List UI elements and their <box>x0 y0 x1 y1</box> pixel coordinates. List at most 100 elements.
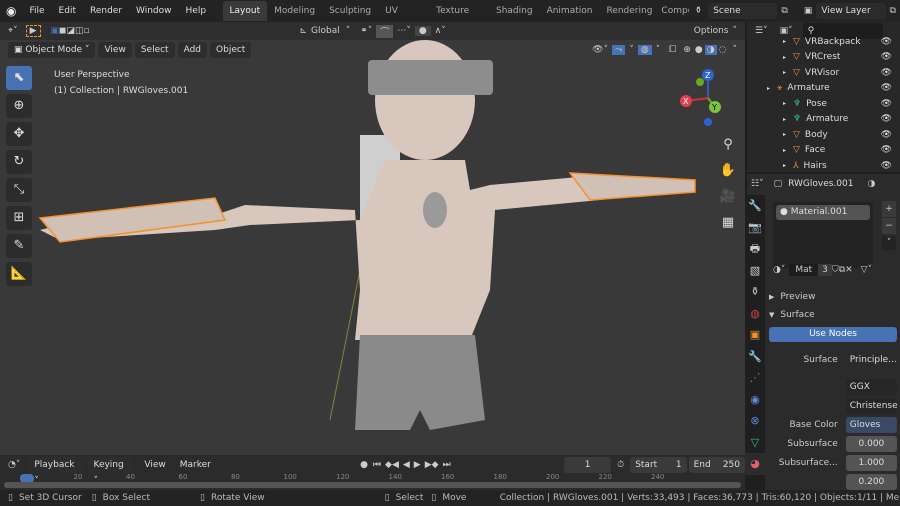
material-slot[interactable]: ● Material.001 <box>776 205 870 220</box>
distribution-dropdown[interactable]: GGX <box>769 377 897 396</box>
visibility-icon[interactable]: 👁˅ <box>588 45 612 55</box>
outliner-item[interactable]: ▸ ▽ VRVisor 👁 <box>747 65 900 81</box>
tool-tab-icon[interactable]: 🔧 <box>745 195 765 217</box>
jump-end-icon[interactable]: ⏭ <box>441 460 453 470</box>
fake-user-icon[interactable]: ⛉ <box>832 265 839 275</box>
eye-icon[interactable]: 👁 <box>881 114 892 124</box>
tab-texture-paint[interactable]: Texture Paint <box>429 1 489 36</box>
tab-sculpting[interactable]: Sculpting <box>322 1 378 21</box>
subsurface-radius-x-field[interactable]: Subsurface... 1.000 <box>769 453 897 472</box>
outliner-item[interactable]: ▸ ♆ Armature 👁 <box>747 112 900 128</box>
eye-icon[interactable]: 👁 <box>881 99 892 109</box>
menu-file[interactable]: File <box>22 6 51 16</box>
eye-icon[interactable]: 👁 <box>881 130 892 140</box>
object-tab-icon[interactable]: ▣ <box>745 324 765 346</box>
eye-icon[interactable]: 👁 <box>881 52 892 62</box>
expand-arrow-icon[interactable]: ▸ <box>783 147 793 154</box>
expand-arrow-icon[interactable]: ▸ <box>783 54 793 61</box>
timeline-ruler[interactable]: 20 40 60 80 100 120 140 160 180 200 220 240 <box>0 473 745 490</box>
tab-layout[interactable]: Layout <box>222 1 268 21</box>
browse-material-icon[interactable]: ◑˅ <box>773 265 785 275</box>
view-layer-tab-icon[interactable]: ▧ <box>745 260 765 282</box>
editor-type-icon[interactable]: ☷˅ <box>751 179 764 189</box>
slot-specials-button[interactable]: ˅ <box>882 236 896 250</box>
tab-shading[interactable]: Shading <box>489 1 540 21</box>
measure-tool-icon[interactable]: 📐 <box>6 262 32 286</box>
eye-icon[interactable]: 👁 <box>881 145 892 155</box>
eye-icon[interactable]: 👁 <box>881 83 892 93</box>
view-layer-field[interactable]: View Layer <box>816 3 886 19</box>
orientation-icon[interactable]: ⊾ <box>295 26 311 36</box>
menu-playback[interactable]: Playback ˅ <box>28 457 85 486</box>
pan-hand-icon[interactable]: ✋ <box>718 158 738 184</box>
snap-target-icon[interactable]: ⋯˅ <box>393 26 415 36</box>
scene-icon[interactable]: ⚱ <box>689 6 709 16</box>
xray-icon[interactable]: ⧠ <box>664 45 681 55</box>
particles-tab-icon[interactable]: ⋰ <box>745 367 765 389</box>
select-tool-icon[interactable]: ▶ <box>25 25 41 37</box>
expand-arrow-icon[interactable]: ▸ <box>783 131 793 138</box>
options-dropdown[interactable]: Options <box>690 26 733 36</box>
use-nodes-button[interactable]: Use Nodes <box>769 327 897 342</box>
remove-slot-button[interactable]: − <box>882 218 896 234</box>
link-dropdown-icon[interactable]: ▽˅ <box>861 265 872 275</box>
eye-icon[interactable]: 👁 <box>881 68 892 78</box>
output-tab-icon[interactable]: 🖶 <box>745 238 765 260</box>
world-tab-icon[interactable]: ◍ <box>745 303 765 325</box>
end-frame-field[interactable]: End 250 <box>688 457 745 473</box>
new-view-layer-icon[interactable]: ⧉ <box>886 6 900 16</box>
ortho-grid-icon[interactable]: ▦ <box>718 210 738 236</box>
play-icon[interactable]: ▶ <box>412 460 423 470</box>
outliner-item[interactable]: ▸ ▽ Body 👁 <box>747 127 900 143</box>
navigation-gizmo[interactable]: Z X Y <box>678 68 738 128</box>
outliner-item[interactable]: ▸ ▽ Face 👁 <box>747 143 900 159</box>
modifier-tab-icon[interactable]: 🔧 <box>745 346 765 368</box>
transform-pivot-icon[interactable]: ⌖˅ <box>0 26 26 36</box>
object-mode-dropdown[interactable]: ▣ Object Mode ˅ <box>8 42 96 58</box>
menu-add[interactable]: Add <box>177 42 208 58</box>
menu-view[interactable]: View <box>98 42 132 58</box>
menu-object[interactable]: Object <box>210 42 252 58</box>
surface-field[interactable]: Surface Principle... <box>769 350 897 369</box>
outliner-item[interactable]: ▸ ⚹ Armature 👁 <box>747 81 900 97</box>
proportional-edit-icon[interactable]: ● <box>414 26 431 36</box>
play-reverse-icon[interactable]: ◀ <box>401 460 412 470</box>
tab-rendering[interactable]: Rendering <box>599 1 659 21</box>
preview-range-icon[interactable]: ⏱ <box>611 460 630 470</box>
eye-icon[interactable]: 👁 <box>881 161 892 171</box>
menu-window[interactable]: Window <box>129 6 179 16</box>
falloff-icon[interactable]: ∧˅ <box>431 26 450 36</box>
material-tab-icon[interactable]: ◕ <box>745 453 765 475</box>
tab-compositing[interactable]: Compos <box>659 1 688 21</box>
rendered-shading-icon[interactable]: ◌ <box>717 45 729 55</box>
overlay-toggle-icon[interactable]: ◍ <box>637 45 652 55</box>
surface-panel-header[interactable]: ▼ Surface <box>769 306 897 324</box>
material-users-count[interactable]: 3 <box>818 264 832 276</box>
scene-tab-icon[interactable]: ⚱ <box>745 281 765 303</box>
start-frame-field[interactable]: Start 1 <box>630 457 687 473</box>
3d-viewport[interactable]: User Perspective (1) Collection | RWGlov… <box>0 40 745 455</box>
expand-arrow-icon[interactable]: ▸ <box>783 69 793 76</box>
zoom-icon[interactable]: ⚲ <box>718 132 738 158</box>
move-tool-icon[interactable]: ✥ <box>6 122 32 146</box>
menu-edit[interactable]: Edit <box>52 6 83 16</box>
tab-modeling[interactable]: Modeling <box>267 1 322 21</box>
selection-mode-extend-icon[interactable]: ◼◪◫▫ <box>59 26 90 36</box>
expand-arrow-icon[interactable]: ▸ <box>783 38 793 45</box>
add-slot-button[interactable]: + <box>882 201 896 217</box>
jump-start-icon[interactable]: ⏮ <box>371 460 383 470</box>
rotate-tool-icon[interactable]: ↻ <box>6 150 32 174</box>
wireframe-shading-icon[interactable]: ⊕ <box>681 45 693 55</box>
expand-arrow-icon[interactable]: ▸ <box>783 162 793 169</box>
snap-icon[interactable]: ⌒ <box>376 24 394 38</box>
menu-select[interactable]: Select <box>134 42 175 58</box>
pivot-icon[interactable]: ⚭˅ <box>356 26 376 36</box>
prev-keyframe-icon[interactable]: ◆◀ <box>383 460 401 470</box>
menu-render[interactable]: Render <box>83 6 129 16</box>
menu-marker[interactable]: Marker <box>173 460 218 470</box>
next-keyframe-icon[interactable]: ▶◆ <box>423 460 441 470</box>
outliner-item[interactable]: ▸ ▽ VRCrest 👁 <box>747 50 900 66</box>
tab-uv-editing[interactable]: UV Editing <box>378 1 429 36</box>
timeline-editor-icon[interactable]: ◔˅ <box>8 460 20 470</box>
timeline-scrollbar[interactable] <box>4 482 741 488</box>
